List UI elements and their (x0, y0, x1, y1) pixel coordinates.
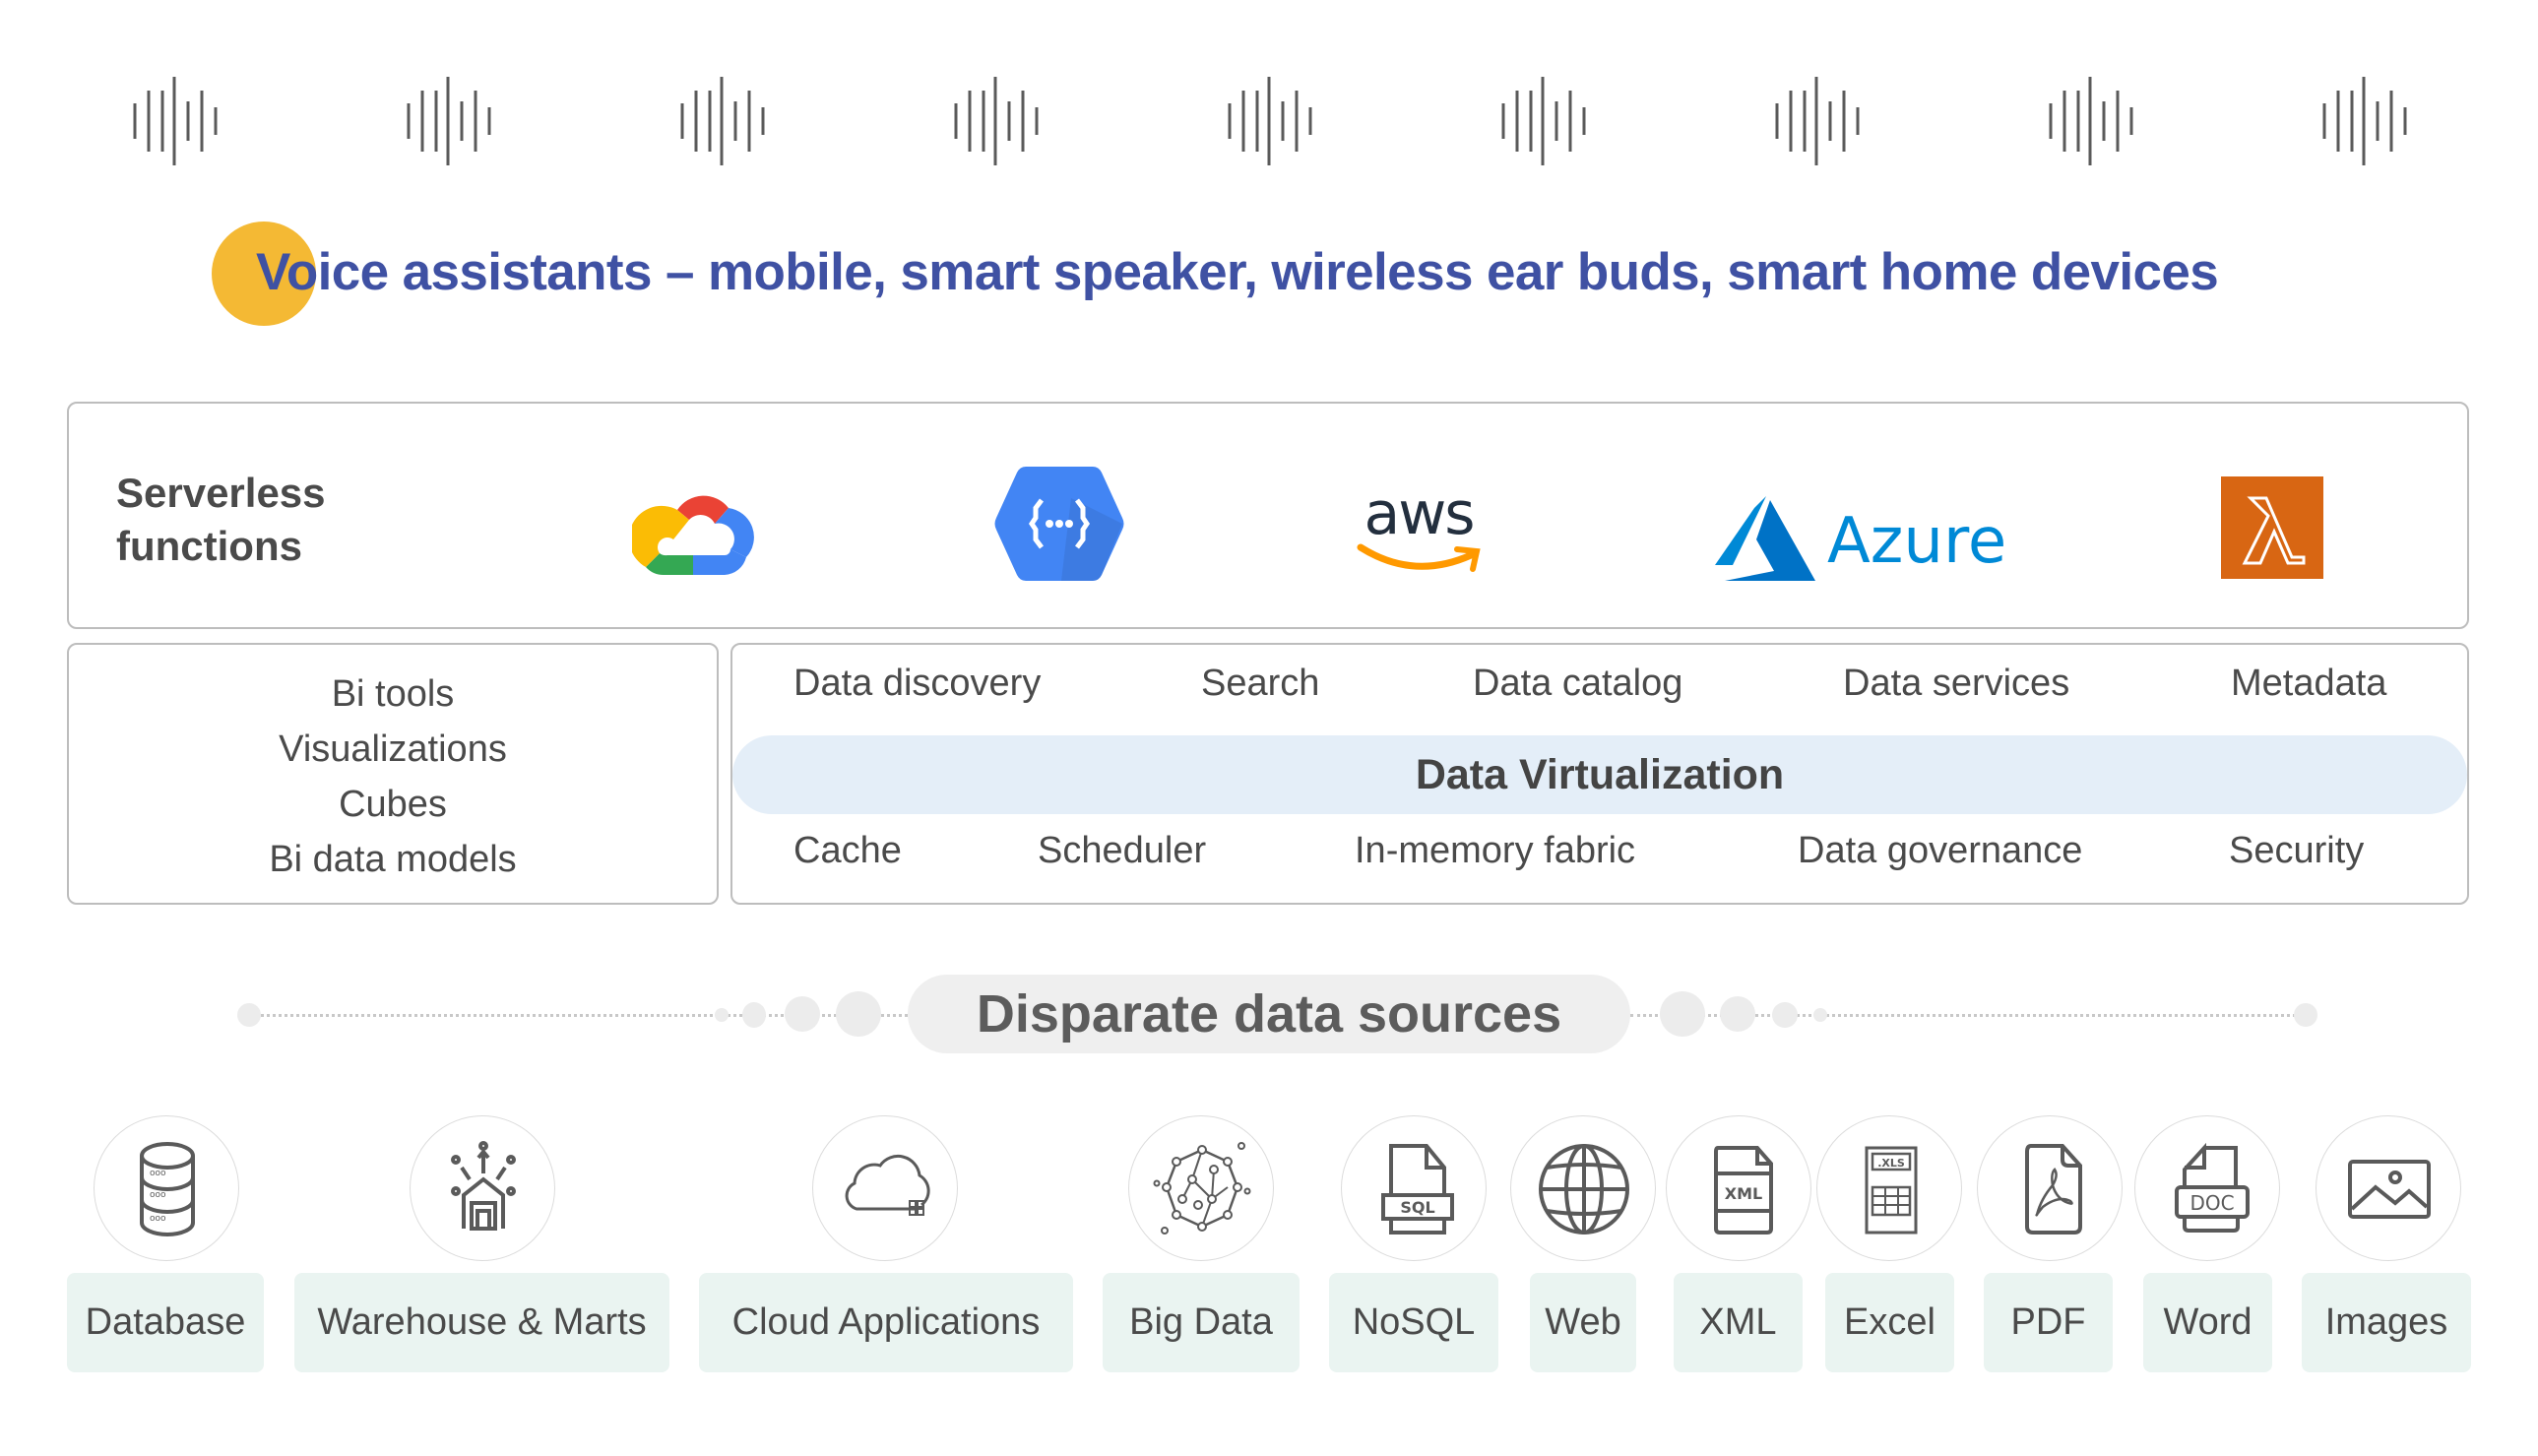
source-label: Word (2143, 1273, 2272, 1372)
azure-logo-icon: Azure (1713, 494, 2008, 583)
source-label: XML (1674, 1273, 1803, 1372)
source-label: Cloud Applications (699, 1273, 1073, 1372)
source-icon-circle: ooo ooo ooo (94, 1115, 239, 1261)
waveform-icon (932, 77, 1060, 165)
source-label: Big Data (1103, 1273, 1300, 1372)
database-icon: ooo ooo ooo (140, 1142, 195, 1236)
serverless-label-line2: functions (116, 523, 302, 569)
source-icon-circle (812, 1115, 958, 1261)
dv-item: Data governance (1798, 830, 2083, 871)
bi-panel: Bi tools Visualizations Cubes Bi data mo… (67, 643, 719, 905)
source-label: Warehouse & Marts (294, 1273, 669, 1372)
svg-text:ooo: ooo (150, 1214, 166, 1224)
source-icon-circle: DOC (2134, 1115, 2280, 1261)
aws-lambda-logo-icon (2221, 476, 2323, 579)
dv-item: In-memory fabric (1355, 830, 1636, 871)
bi-item: Visualizations (279, 728, 507, 770)
xml-file-icon: XML (1714, 1146, 1773, 1234)
dv-item: Data discovery (793, 663, 1042, 704)
dv-item: Data catalog (1473, 663, 1683, 704)
dv-item: Data services (1843, 663, 2070, 704)
source-label: Database (67, 1273, 264, 1372)
google-cloud-logo-icon (628, 480, 754, 579)
network-icon (1153, 1142, 1251, 1234)
source-icon-circle: XML (1666, 1115, 1811, 1261)
source-icon-circle: SQL (1341, 1115, 1487, 1261)
connector-dot (785, 996, 820, 1032)
svg-text:XML: XML (1725, 1184, 1762, 1203)
globe-icon (1539, 1144, 1629, 1234)
connector-dot (1813, 1008, 1827, 1022)
source-icon-circle (1510, 1115, 1656, 1261)
svg-text:DOC: DOC (2189, 1191, 2234, 1215)
source-label: PDF (1984, 1273, 2113, 1372)
waveform-icon (2301, 77, 2429, 165)
source-label: NoSQL (1329, 1273, 1498, 1372)
svg-text:ooo: ooo (150, 1169, 166, 1178)
connector-dot (1660, 991, 1705, 1037)
source-label: Images (2302, 1273, 2471, 1372)
source-label: Web (1530, 1273, 1636, 1372)
source-label: Excel (1825, 1273, 1954, 1372)
image-icon (2348, 1160, 2431, 1219)
bi-item: Bi tools (331, 673, 455, 715)
connector-dot (237, 1003, 261, 1027)
doc-file-icon: DOC (2175, 1142, 2250, 1233)
waveform-icon (1480, 77, 1608, 165)
dv-bottom-row: Cache Scheduler In-memory fabric Data go… (732, 830, 2467, 879)
dv-item: Scheduler (1038, 830, 1207, 871)
connector-dot (2294, 1003, 2317, 1027)
serverless-label-line1: Serverless (116, 470, 326, 516)
disparate-sources-title: Disparate data sources (908, 975, 1630, 1053)
dv-item: Cache (793, 830, 902, 871)
page-title: Voice assistants – mobile, smart speaker… (256, 243, 2219, 301)
dv-item: Metadata (2231, 663, 2387, 704)
waveform-icon (1753, 77, 1881, 165)
serverless-functions-panel: Serverless functions aws Azure (67, 402, 2469, 629)
source-icon-circle (1128, 1115, 1274, 1261)
data-virtualization-panel: Data discovery Search Data catalog Data … (730, 643, 2469, 905)
svg-text:ooo: ooo (150, 1190, 166, 1200)
data-virtualization-band: Data Virtualization (732, 735, 2467, 814)
xls-file-icon: .XLS (1865, 1146, 1918, 1234)
sql-file-icon: SQL (1381, 1144, 1454, 1234)
cloud-apps-icon (845, 1155, 930, 1216)
waveform-icon (659, 77, 787, 165)
bi-item: Bi data models (269, 839, 517, 880)
source-icon-circle (2316, 1115, 2461, 1261)
waveform-icon (111, 77, 239, 165)
svg-text:.XLS: .XLS (1877, 1157, 1905, 1170)
serverless-label: Serverless functions (116, 467, 326, 573)
source-icon-circle: .XLS (1816, 1115, 1962, 1261)
svg-text:SQL: SQL (1400, 1198, 1434, 1217)
connector-dot (742, 1002, 766, 1028)
waveform-icon (385, 77, 513, 165)
cloud-functions-logo-icon (992, 463, 1126, 585)
waveform-icon (1206, 77, 1334, 165)
pdf-file-icon (2025, 1144, 2082, 1234)
connector-dot (1720, 996, 1755, 1032)
waveform-icon (2027, 77, 2155, 165)
connector-dot (836, 991, 881, 1037)
connector-dot (1772, 1002, 1798, 1028)
dv-item: Security (2229, 830, 2365, 871)
connector-dot (715, 1008, 729, 1022)
aws-logo-text: aws (1364, 479, 1475, 548)
azure-logo-text: Azure (1827, 505, 2007, 578)
bi-item: Cubes (339, 784, 447, 825)
source-icon-circle (1977, 1115, 2123, 1261)
source-icon-circle (410, 1115, 555, 1261)
dv-top-row: Data discovery Search Data catalog Data … (732, 663, 2467, 712)
warehouse-icon (451, 1141, 516, 1231)
aws-logo-icon: aws (1355, 484, 1492, 583)
dv-item: Search (1201, 663, 1320, 704)
